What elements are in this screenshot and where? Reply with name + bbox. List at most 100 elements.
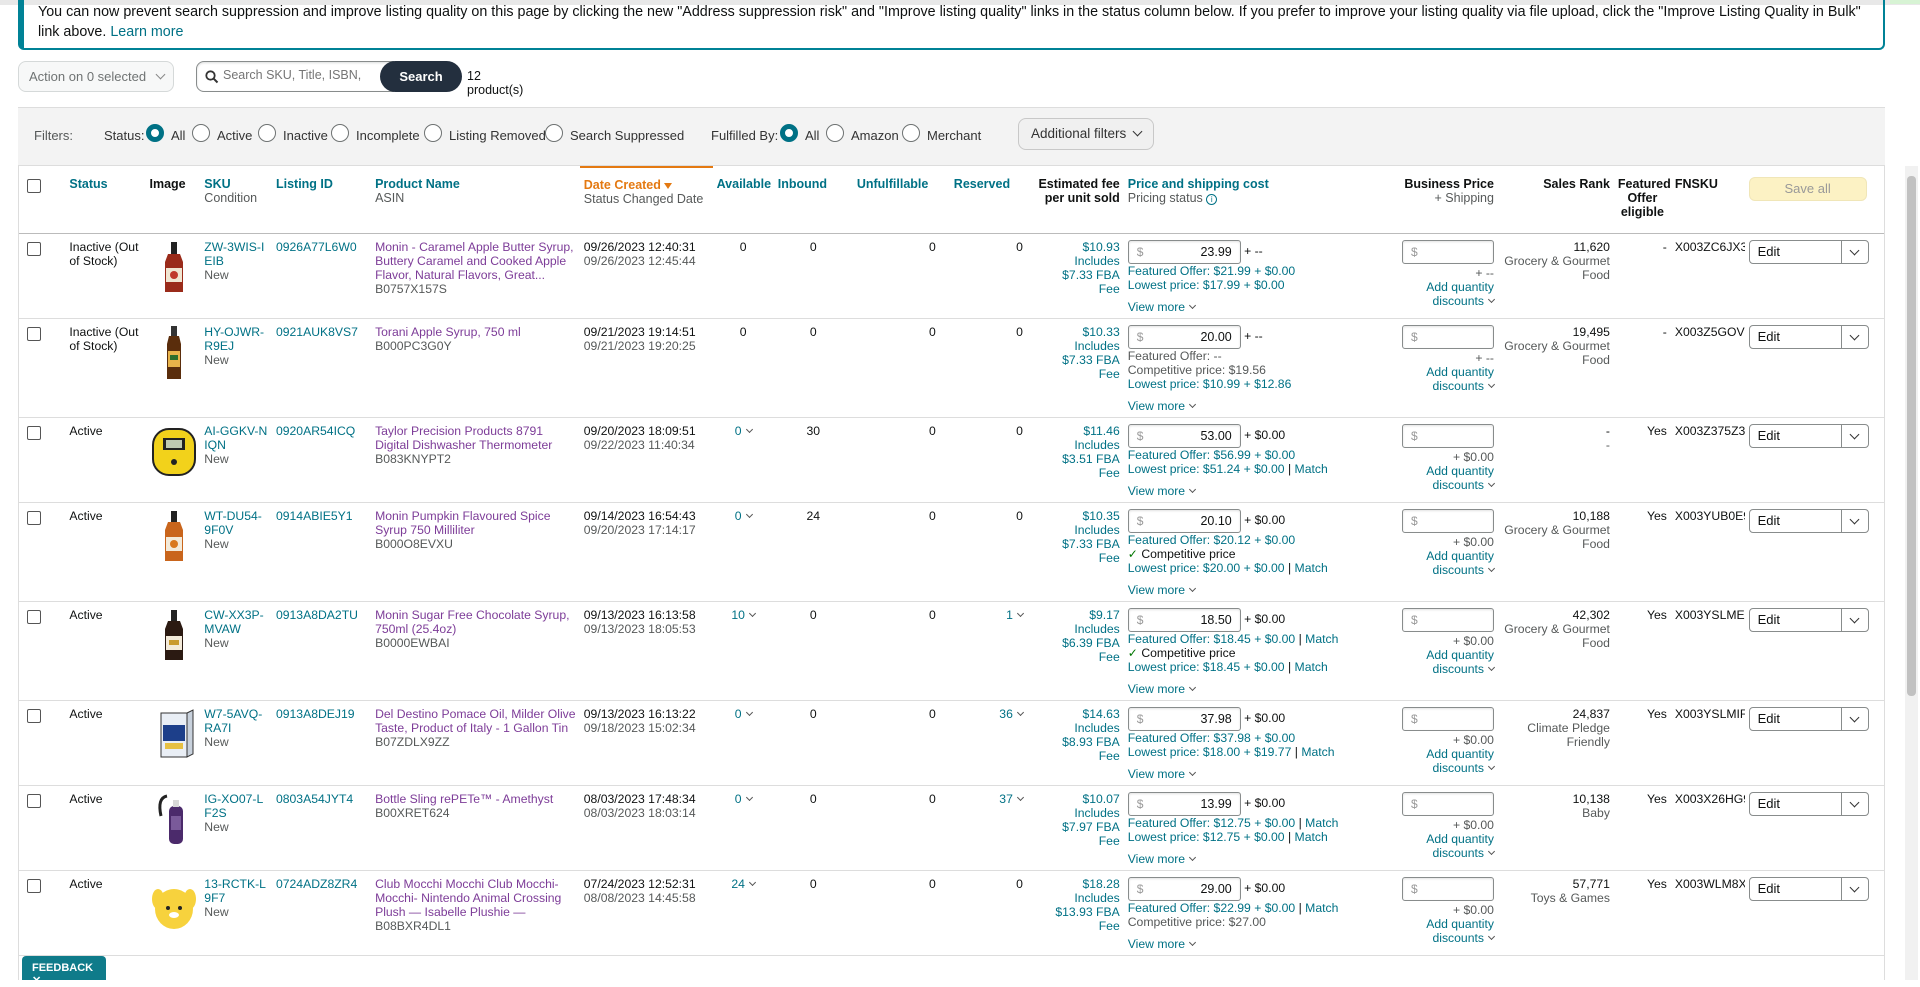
price-input[interactable]: $23.99 (1127, 239, 1241, 264)
listing-id-link[interactable]: 0913A8DEJ19 (276, 707, 355, 721)
view-more[interactable]: View more (1128, 937, 1336, 951)
reserved-value[interactable]: 1 (1006, 608, 1013, 622)
column-status[interactable]: Status (65, 167, 146, 234)
add-quantity-discounts[interactable]: Add quantity discounts (1374, 832, 1496, 860)
edit-button[interactable]: Edit (1748, 876, 1869, 901)
fulfilled-radio-merchant[interactable] (902, 124, 920, 142)
add-quantity-link[interactable]: Add quantity discounts (1426, 648, 1494, 676)
add-quantity-discounts[interactable]: Add quantity discounts (1374, 648, 1496, 676)
learn-more-link[interactable]: Learn more (110, 24, 183, 40)
add-quantity-discounts[interactable]: Add quantity discounts (1374, 464, 1496, 492)
reserved-value[interactable]: 37 (999, 792, 1013, 806)
product-name-link[interactable]: Del Destino Pomace Oil, Milder Olive Tas… (375, 707, 576, 735)
chevron-down-icon[interactable] (745, 510, 753, 518)
edit-dropdown[interactable] (1840, 240, 1868, 263)
view-more-link[interactable]: View more (1128, 484, 1185, 498)
row-checkbox[interactable] (27, 793, 41, 808)
listing-id-link[interactable]: 0803A54JYT4 (276, 792, 353, 806)
view-more[interactable]: View more (1128, 399, 1336, 413)
business-price-input[interactable]: $ (1401, 607, 1494, 632)
view-more-link[interactable]: View more (1128, 300, 1185, 314)
view-more-link[interactable]: View more (1128, 852, 1185, 866)
edit-button[interactable]: Edit (1748, 324, 1869, 349)
listing-id-link[interactable]: 0914ABIE5Y1 (276, 509, 353, 523)
edit-dropdown[interactable] (1840, 877, 1868, 900)
match-link[interactable]: Match (1301, 745, 1334, 759)
match-link[interactable]: Match (1295, 561, 1328, 575)
chevron-down-icon[interactable] (745, 708, 753, 716)
status-radio-listing-removed[interactable] (424, 124, 442, 142)
fulfilled-radio-amazon[interactable] (826, 124, 844, 142)
product-name-link[interactable]: Torani Apple Syrup, 750 ml (375, 325, 576, 339)
fee-value[interactable]: $10.07 (1033, 792, 1119, 806)
price-input[interactable]: $20.00 (1127, 324, 1241, 349)
fee-value[interactable]: $10.35 (1033, 509, 1119, 523)
add-quantity-link[interactable]: Add quantity discounts (1426, 549, 1494, 577)
business-price-input[interactable]: $ (1401, 324, 1494, 349)
add-quantity-link[interactable]: Add quantity discounts (1426, 464, 1494, 492)
business-price-input[interactable]: $ (1401, 508, 1494, 533)
available-value[interactable]: 0 (735, 509, 742, 523)
product-thumbnail[interactable] (149, 240, 199, 296)
product-thumbnail[interactable] (149, 707, 199, 763)
product-thumbnail[interactable] (149, 509, 199, 565)
available-value[interactable]: 0 (735, 424, 742, 438)
column-reserved[interactable]: Reserved (949, 167, 1029, 234)
view-more[interactable]: View more (1128, 682, 1336, 696)
available-value[interactable]: 24 (731, 877, 745, 891)
row-checkbox[interactable] (27, 878, 41, 893)
view-more-link[interactable]: View more (1128, 583, 1185, 597)
view-more-link[interactable]: View more (1128, 937, 1185, 951)
price-input[interactable]: $13.99 (1127, 791, 1241, 816)
sku-link[interactable]: 13-RCTK-L9F7 (204, 877, 268, 905)
edit-button[interactable]: Edit (1748, 239, 1869, 264)
match-link[interactable]: Match (1295, 830, 1328, 844)
add-quantity-discounts[interactable]: Add quantity discounts (1374, 280, 1496, 308)
edit-dropdown[interactable] (1840, 424, 1868, 447)
listing-id-link[interactable]: 0913A8DA2TU (276, 608, 358, 622)
listing-id-link[interactable]: 0921AUK8VS7 (276, 325, 358, 339)
business-price-input[interactable]: $ (1401, 423, 1494, 448)
chevron-down-icon[interactable] (745, 793, 753, 801)
view-more[interactable]: View more (1128, 767, 1336, 781)
match-link[interactable]: Match (1295, 660, 1328, 674)
sku-link[interactable]: WT-DU54-9F0V (204, 509, 268, 537)
column-listing-id[interactable]: Listing ID (271, 167, 372, 234)
save-all-button[interactable]: Save all (1748, 177, 1867, 201)
scrollbar-thumb[interactable] (1907, 176, 1916, 696)
info-icon[interactable]: i (1206, 194, 1218, 205)
available-value[interactable]: 0 (735, 792, 742, 806)
view-more[interactable]: View more (1128, 300, 1336, 314)
sku-link[interactable]: ZW-3WIS-IEIB (204, 240, 268, 268)
match-link[interactable]: Match (1295, 462, 1328, 476)
business-price-input[interactable]: $ (1401, 876, 1494, 901)
add-quantity-discounts[interactable]: Add quantity discounts (1374, 365, 1496, 393)
fee-value[interactable]: $18.28 (1033, 877, 1119, 891)
status-radio-incomplete[interactable] (331, 124, 349, 142)
edit-dropdown[interactable] (1840, 792, 1868, 815)
add-quantity-discounts[interactable]: Add quantity discounts (1374, 747, 1496, 775)
available-value[interactable]: 0 (735, 707, 742, 721)
business-price-input[interactable]: $ (1401, 239, 1494, 264)
price-input[interactable]: $18.50 (1127, 607, 1241, 632)
add-quantity-link[interactable]: Add quantity discounts (1426, 832, 1494, 860)
product-thumbnail[interactable] (149, 424, 199, 480)
fee-value[interactable]: $14.63 (1033, 707, 1119, 721)
column-date-created[interactable]: Date Created Status Changed Date (579, 166, 713, 234)
fee-value[interactable]: $10.93 (1033, 240, 1119, 254)
business-price-input[interactable]: $ (1401, 791, 1494, 816)
product-name-link[interactable]: Bottle Sling rePETe™ - Amethyst (375, 792, 576, 806)
row-checkbox[interactable] (27, 425, 41, 440)
available-value[interactable]: 10 (731, 608, 745, 622)
chevron-down-icon[interactable] (748, 878, 756, 886)
edit-dropdown[interactable] (1840, 325, 1868, 348)
product-name-link[interactable]: Taylor Precision Products 8791 Digital D… (375, 424, 576, 452)
listing-id-link[interactable]: 0920AR54ICQ (276, 424, 355, 438)
sku-link[interactable]: IG-XO07-LF2S (204, 792, 268, 820)
view-more[interactable]: View more (1128, 484, 1336, 498)
add-quantity-link[interactable]: Add quantity discounts (1426, 747, 1494, 775)
sku-link[interactable]: CW-XX3P-MVAW (204, 608, 268, 636)
price-input[interactable]: $20.10 (1127, 508, 1241, 533)
search-input[interactable] (223, 68, 388, 82)
product-thumbnail[interactable] (149, 792, 199, 848)
